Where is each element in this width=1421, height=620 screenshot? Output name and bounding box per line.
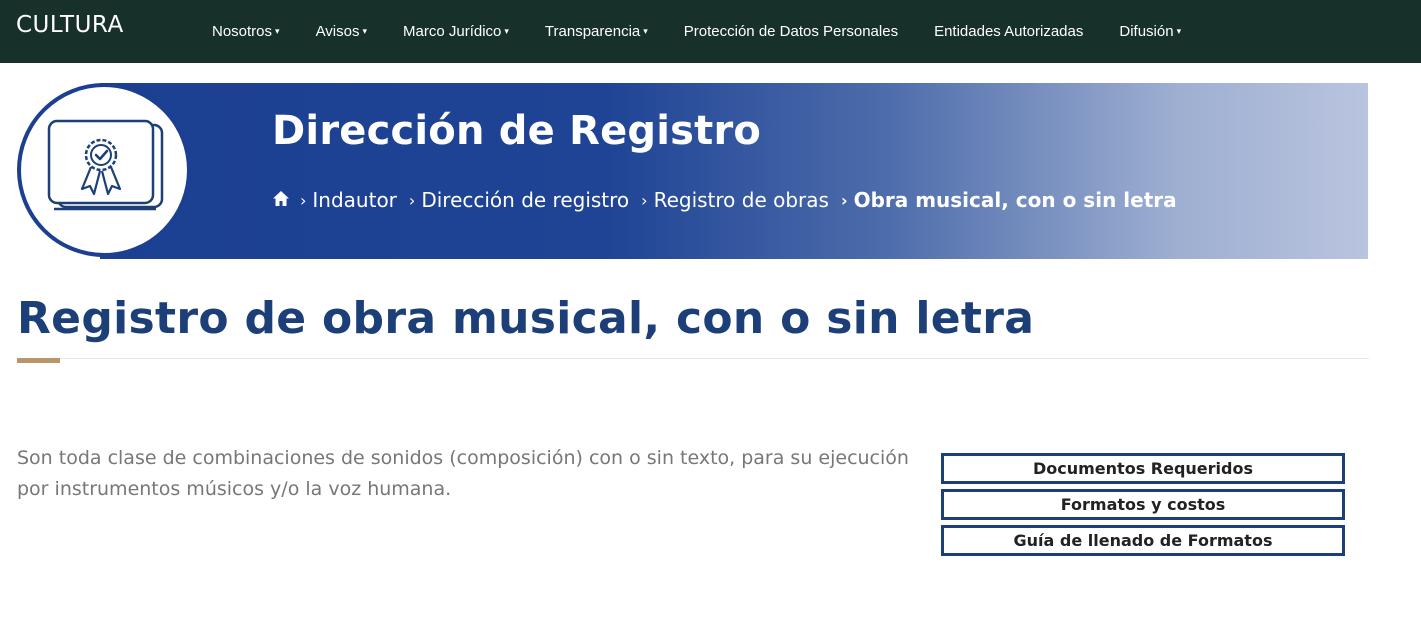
top-navbar: CULTURA Nosotros ▾ Avisos ▾ Marco Jurídico…	[0, 0, 1421, 63]
chevron-right-icon: ›	[840, 190, 848, 210]
chevron-down-icon: ▾	[643, 26, 648, 36]
nav-item-label: Entidades Autorizadas	[934, 23, 1084, 40]
home-icon[interactable]	[272, 188, 290, 212]
page-description: Son toda clase de combinaciones de sonid…	[17, 447, 909, 500]
main-menu: Nosotros ▾ Avisos ▾ Marco Jurídico ▾ Transp…	[212, 0, 1217, 63]
chevron-right-icon: ›	[300, 190, 307, 210]
chevron-down-icon: ▾	[504, 26, 509, 36]
nav-item-difusion[interactable]: Difusión ▾	[1119, 23, 1181, 40]
nav-item-label: Difusión	[1119, 23, 1174, 40]
breadcrumb-label: Dirección de registro	[421, 188, 630, 212]
nav-item-proteccion-datos[interactable]: Protección de Datos Personales	[684, 23, 898, 40]
nav-item-label: Nosotros	[212, 23, 273, 40]
nav-item-avisos[interactable]: Avisos ▾	[316, 23, 367, 40]
breadcrumb-item-direccion-registro[interactable]: › Dirección de registro	[409, 188, 629, 212]
nav-item-nosotros[interactable]: Nosotros ▾	[212, 23, 280, 40]
breadcrumb-label: Obra musical, con o sin letra	[853, 188, 1177, 212]
breadcrumb-label: Registro de obras	[653, 188, 829, 212]
nav-item-marco-juridico[interactable]: Marco Jurídico ▾	[403, 23, 509, 40]
side-button-group: Documentos Requeridos Formatos y costos …	[941, 453, 1345, 561]
banner-icon-circle	[17, 83, 191, 257]
breadcrumb: › Indautor › Dirección de registro › Regist…	[272, 188, 1189, 212]
banner-title: Dirección de Registro	[272, 108, 762, 154]
documentos-requeridos-button[interactable]: Documentos Requeridos	[941, 453, 1345, 484]
chevron-down-icon: ▾	[362, 26, 368, 36]
title-divider	[17, 358, 1369, 359]
breadcrumb-item-current: › Obra musical, con o sin letra	[841, 188, 1177, 212]
guia-llenado-button[interactable]: Guía de llenado de Formatos	[941, 525, 1345, 556]
nav-item-transparencia[interactable]: Transparencia ▾	[545, 23, 648, 40]
nav-item-label: Transparencia	[544, 23, 641, 40]
chevron-right-icon: ›	[641, 190, 648, 210]
breadcrumb-label: Indautor	[312, 188, 397, 212]
chevron-down-icon: ▾	[1176, 26, 1182, 36]
certificate-icon	[47, 119, 164, 211]
nav-item-entidades-autorizadas[interactable]: Entidades Autorizadas	[934, 23, 1083, 40]
chevron-right-icon: ›	[408, 190, 416, 210]
title-accent-bar	[17, 358, 60, 363]
chevron-down-icon: ▾	[275, 26, 280, 36]
breadcrumb-item-registro-obras[interactable]: › Registro de obras	[641, 188, 829, 212]
nav-item-label: Protección de Datos Personales	[683, 23, 899, 40]
page-title: Registro de obra musical, con o sin letr…	[17, 293, 1035, 344]
brand-logo[interactable]: CULTURA	[16, 12, 124, 38]
formatos-costos-button[interactable]: Formatos y costos	[941, 489, 1345, 520]
breadcrumb-item-indautor[interactable]: › Indautor	[300, 188, 397, 212]
nav-item-label: Marco Jurídico	[403, 23, 502, 40]
nav-item-label: Avisos	[315, 23, 360, 40]
